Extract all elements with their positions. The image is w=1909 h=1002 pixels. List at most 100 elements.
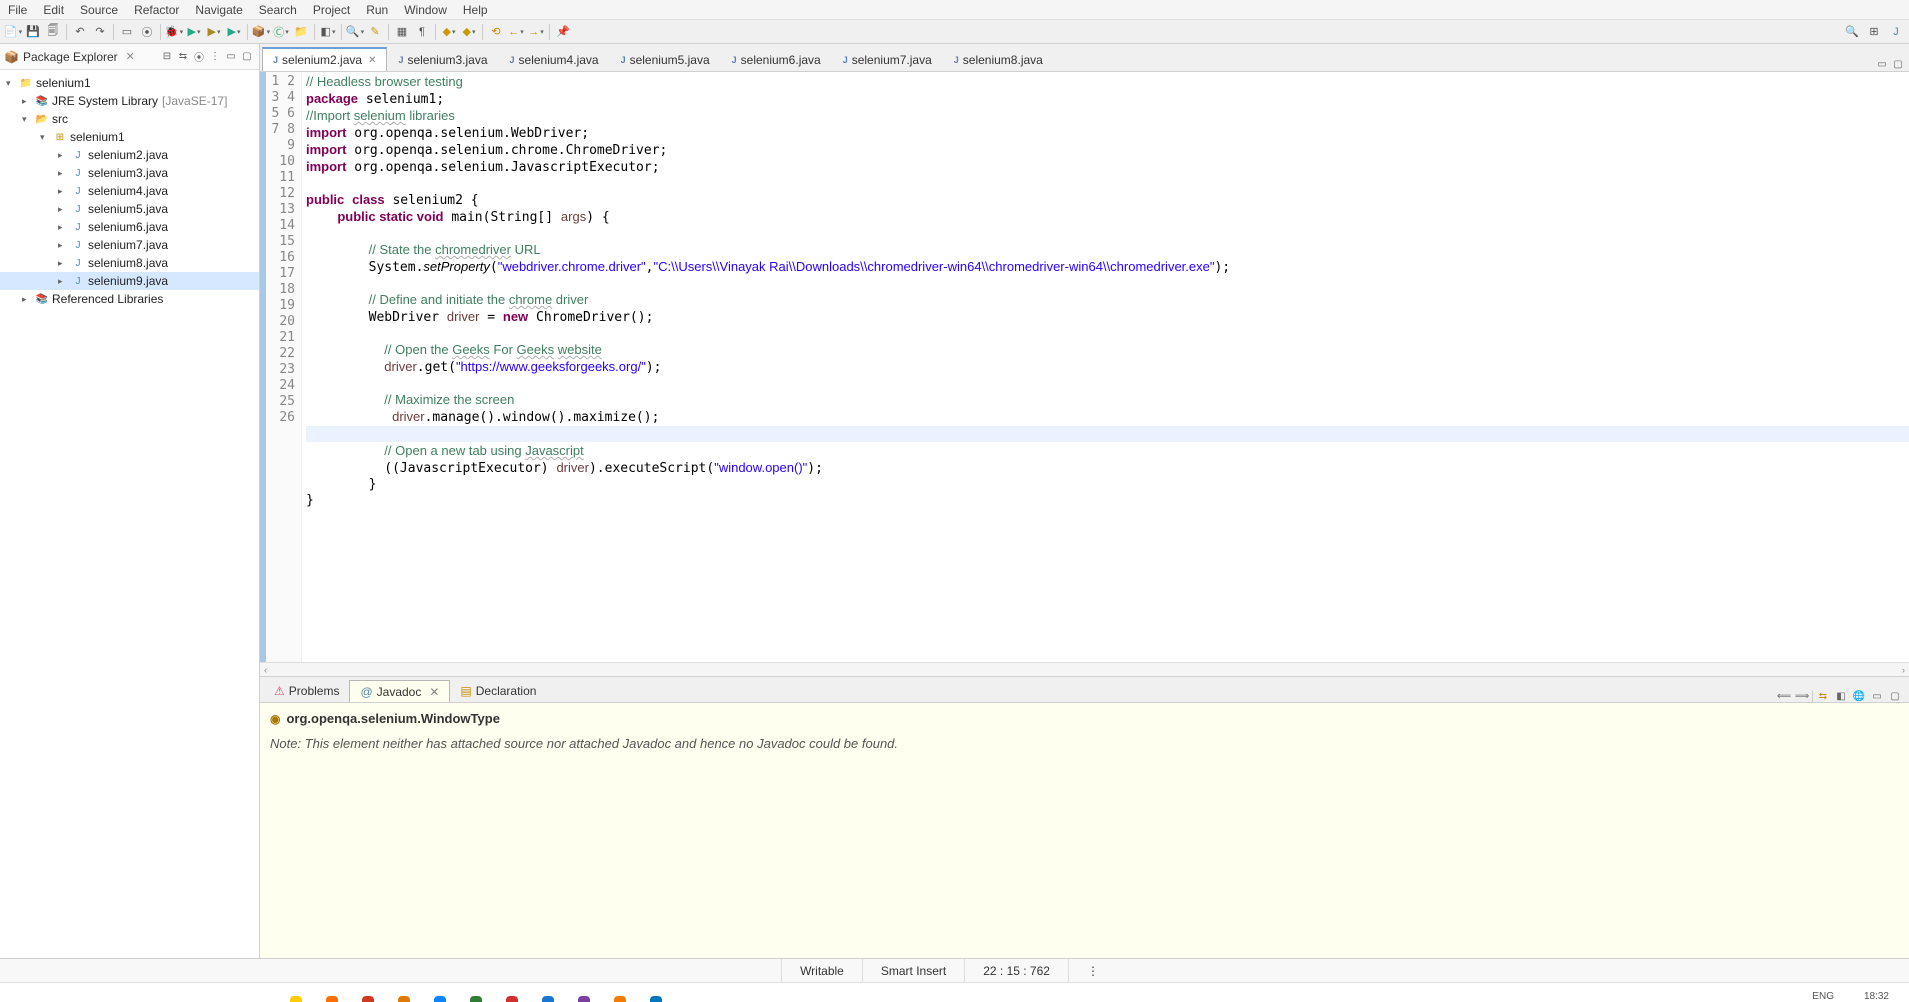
tab-javadoc[interactable]: @Javadoc✕: [349, 680, 450, 702]
menu-edit[interactable]: Edit: [43, 3, 64, 17]
close-icon[interactable]: ✕: [126, 50, 135, 63]
tab-problems[interactable]: ⚠Problems: [264, 680, 349, 702]
perspective-icon[interactable]: ⊞: [1865, 23, 1883, 41]
chevron-right-icon[interactable]: ▸: [22, 294, 34, 305]
language-indicator[interactable]: ENG: [1812, 991, 1834, 1002]
tab-declaration[interactable]: ▤Declaration: [450, 680, 546, 702]
save-all-icon[interactable]: 🗐: [44, 23, 62, 41]
tree-reflib[interactable]: ▸ 📚 Referenced Libraries: [0, 290, 259, 308]
chevron-right-icon[interactable]: ▸: [58, 222, 70, 233]
menu-search[interactable]: Search: [259, 3, 297, 17]
nav-back-icon[interactable]: ⟸: [1776, 691, 1792, 702]
scroll-right-icon[interactable]: ›: [1902, 665, 1905, 675]
undo-icon[interactable]: ↶: [71, 23, 89, 41]
nav-forward-icon[interactable]: ⟹: [1794, 691, 1810, 702]
new-package-icon[interactable]: 📦: [252, 23, 270, 41]
taskbar-icon[interactable]: [290, 996, 302, 1002]
maximize-icon[interactable]: ▢: [239, 49, 255, 65]
project-tree[interactable]: ▾ 📁 selenium1 ▸ 📚 JRE System Library [Ja…: [0, 70, 259, 312]
chevron-right-icon[interactable]: ▸: [22, 96, 34, 107]
editor-tab[interactable]: Jselenium8.java: [943, 47, 1054, 71]
chevron-down-icon[interactable]: ▾: [6, 78, 18, 89]
redo-icon[interactable]: ↷: [91, 23, 109, 41]
tree-file-selected[interactable]: ▸Jselenium9.java: [0, 272, 259, 290]
tree-file[interactable]: ▸Jselenium2.java: [0, 146, 259, 164]
maximize-icon[interactable]: ▢: [1891, 57, 1905, 71]
close-icon[interactable]: ✕: [368, 55, 376, 66]
debug-icon[interactable]: 🐞: [165, 23, 183, 41]
editor-tab[interactable]: Jselenium6.java: [721, 47, 832, 71]
menu-navigate[interactable]: Navigate: [195, 3, 242, 17]
toggle-mark-icon[interactable]: ✎: [366, 23, 384, 41]
menu-run[interactable]: Run: [366, 3, 388, 17]
close-icon[interactable]: ✕: [429, 685, 439, 699]
menu-file[interactable]: File: [8, 3, 27, 17]
focus-icon[interactable]: ⦿: [191, 49, 207, 65]
open-browser-icon[interactable]: 🌐: [1851, 691, 1867, 702]
maximize-icon[interactable]: ▢: [1887, 691, 1903, 702]
editor-tab[interactable]: Jselenium7.java: [832, 47, 943, 71]
taskbar-icon[interactable]: [578, 996, 590, 1002]
chevron-right-icon[interactable]: ▸: [58, 150, 70, 161]
tree-file[interactable]: ▸Jselenium4.java: [0, 182, 259, 200]
new-class-icon[interactable]: Ⓒ: [272, 23, 290, 41]
menu-help[interactable]: Help: [463, 3, 488, 17]
show-whitespace-icon[interactable]: ¶: [413, 23, 431, 41]
taskbar-icon[interactable]: [434, 996, 446, 1002]
run-last-icon[interactable]: ▶: [225, 23, 243, 41]
nav-back-icon[interactable]: ←: [507, 23, 525, 41]
terminal-icon[interactable]: ▭: [118, 23, 136, 41]
editor-tab-active[interactable]: Jselenium2.java✕: [262, 47, 387, 71]
save-icon[interactable]: 💾: [24, 23, 42, 41]
chevron-down-icon[interactable]: ▾: [40, 132, 52, 143]
taskbar-icon[interactable]: [650, 996, 662, 1002]
chevron-right-icon[interactable]: ▸: [58, 204, 70, 215]
coverage-icon[interactable]: ▶: [205, 23, 223, 41]
collapse-all-icon[interactable]: ⊟: [159, 49, 175, 65]
code-editor[interactable]: 1 2 3 4 5 6 7 8 9 10 11 12 13 14 15 16 1…: [260, 72, 1909, 662]
menu-refactor[interactable]: Refactor: [134, 3, 179, 17]
toggle-block-icon[interactable]: ▦: [393, 23, 411, 41]
minimize-icon[interactable]: ▭: [1875, 57, 1889, 71]
taskbar-icon[interactable]: [542, 996, 554, 1002]
link-selection-icon[interactable]: ⇆: [1815, 691, 1831, 702]
run-icon[interactable]: ▶: [185, 23, 203, 41]
tree-file[interactable]: ▸Jselenium8.java: [0, 254, 259, 272]
menu-project[interactable]: Project: [313, 3, 350, 17]
tree-jre[interactable]: ▸ 📚 JRE System Library [JavaSE-17]: [0, 92, 259, 110]
horizontal-scrollbar[interactable]: ‹ ›: [260, 662, 1909, 676]
link-editor-icon[interactable]: ⇆: [175, 49, 191, 65]
taskbar-icon[interactable]: [398, 996, 410, 1002]
chevron-right-icon[interactable]: ▸: [58, 258, 70, 269]
view-menu-icon[interactable]: ⋮: [207, 49, 223, 65]
chevron-right-icon[interactable]: ▸: [58, 186, 70, 197]
tree-file[interactable]: ▸Jselenium5.java: [0, 200, 259, 218]
editor-tab[interactable]: Jselenium3.java: [387, 47, 498, 71]
pin-editor-icon[interactable]: 📌: [554, 23, 572, 41]
chevron-right-icon[interactable]: ▸: [58, 240, 70, 251]
tree-src[interactable]: ▾ 📂 src: [0, 110, 259, 128]
annotation-prev-icon[interactable]: ◆: [440, 23, 458, 41]
nav-forward-icon[interactable]: →: [527, 23, 545, 41]
minimize-icon[interactable]: ▭: [223, 49, 239, 65]
taskbar-icon[interactable]: [614, 996, 626, 1002]
java-perspective-icon[interactable]: J: [1887, 23, 1905, 41]
tree-project[interactable]: ▾ 📁 selenium1: [0, 74, 259, 92]
chevron-down-icon[interactable]: ▾: [22, 114, 34, 125]
back-edit-icon[interactable]: ⟲: [487, 23, 505, 41]
new-icon[interactable]: 📄: [4, 23, 22, 41]
tree-file[interactable]: ▸Jselenium6.java: [0, 218, 259, 236]
skip-breakpoints-icon[interactable]: ⦿: [138, 23, 156, 41]
chevron-right-icon[interactable]: ▸: [58, 168, 70, 179]
menu-source[interactable]: Source: [80, 3, 118, 17]
taskbar-icon[interactable]: [362, 996, 374, 1002]
minimize-icon[interactable]: ▭: [1869, 691, 1885, 702]
scroll-left-icon[interactable]: ‹: [264, 665, 267, 675]
open-type-icon[interactable]: ◧: [319, 23, 337, 41]
taskbar-icon[interactable]: [470, 996, 482, 1002]
taskbar-icon[interactable]: [506, 996, 518, 1002]
taskbar-icon[interactable]: [326, 996, 338, 1002]
search-icon[interactable]: 🔍: [1843, 23, 1861, 41]
code-content[interactable]: // Headless browser testing package sele…: [302, 72, 1909, 662]
search-text-icon[interactable]: 🔍: [346, 23, 364, 41]
